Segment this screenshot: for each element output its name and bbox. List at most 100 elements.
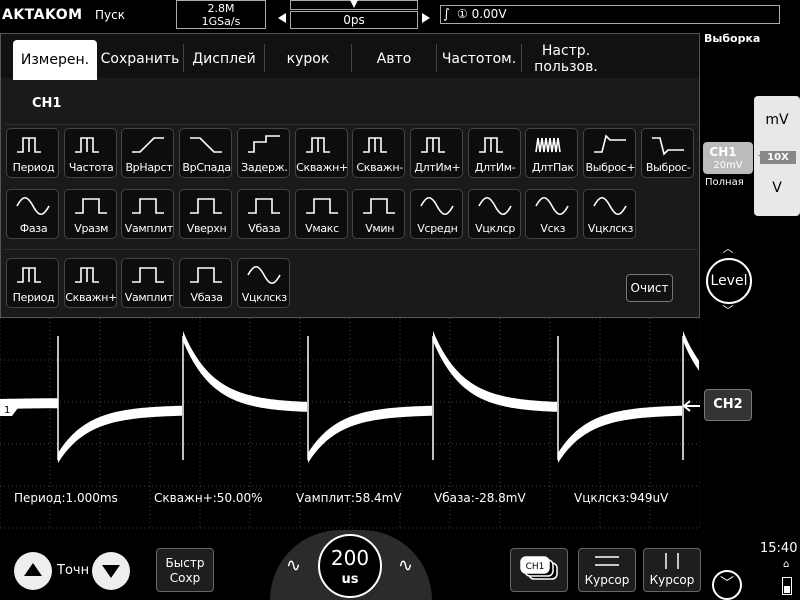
right-arrow-icon[interactable] bbox=[422, 13, 430, 23]
left-arrow-icon[interactable] bbox=[278, 13, 286, 23]
measure-button-7[interactable]: ДлтИм+ bbox=[409, 128, 463, 178]
brand-logo: AKTAKOM bbox=[2, 7, 83, 23]
measure-button-10[interactable]: Выброс+ bbox=[583, 128, 636, 178]
ch1-channel-badge[interactable]: CH1 20mV bbox=[703, 142, 753, 174]
tab-trigger[interactable]: курок bbox=[265, 40, 351, 78]
run-state[interactable]: Пуск bbox=[95, 8, 125, 22]
timebase-value: 200 bbox=[330, 546, 370, 570]
measure-button-5[interactable]: Vмакс bbox=[294, 189, 348, 239]
measure-button-label: Vмин bbox=[365, 222, 395, 235]
measure-button-label: ДлтПак bbox=[531, 161, 574, 174]
measure-button-label: Период bbox=[12, 291, 55, 304]
measure-button-3[interactable]: Vверхн bbox=[179, 189, 233, 239]
measure-button-label: ВрНарст bbox=[125, 161, 173, 174]
wave-decrease-icon[interactable]: ∿ bbox=[286, 555, 301, 576]
measure-button-label: Выброс- bbox=[645, 161, 691, 174]
measure-button-label: Vцклскз bbox=[241, 291, 287, 304]
ch2-button[interactable]: CH2 bbox=[704, 389, 752, 421]
measure-button-4[interactable]: Vбаза bbox=[236, 189, 290, 239]
collapse-chevron-icon[interactable]: ﹀ bbox=[712, 570, 742, 600]
measure-waveform-icon bbox=[363, 137, 388, 153]
measure-waveform-icon bbox=[477, 196, 512, 216]
measure-button-1[interactable]: Частота bbox=[63, 128, 117, 178]
measure-button-2[interactable]: Vамплит bbox=[121, 258, 175, 308]
tab-frequency-counter[interactable]: Частотом. bbox=[437, 40, 521, 78]
measure-button-label: Период bbox=[12, 161, 55, 174]
up-arrow-icon bbox=[24, 563, 42, 576]
measure-button-1[interactable]: Vразм bbox=[63, 189, 117, 239]
measure-button-10[interactable]: Vцклскз bbox=[583, 189, 636, 239]
tab-measure[interactable]: Измерен. bbox=[13, 40, 97, 80]
trigger-position-value: 0ps bbox=[290, 11, 418, 29]
measure-button-4[interactable]: Задерж. bbox=[236, 128, 290, 178]
acquisition-info: 2.8M 1GSa/s bbox=[176, 0, 266, 29]
measure-button-9[interactable]: Vскз bbox=[525, 189, 579, 239]
measure-waveform-icon bbox=[535, 137, 562, 153]
probe-attenuation[interactable]: 10X bbox=[760, 151, 796, 164]
tab-auto[interactable]: Авто bbox=[352, 40, 436, 78]
measure-button-2[interactable]: ВрНарст bbox=[121, 128, 175, 178]
measure-button-label: Скважн+ bbox=[65, 291, 118, 304]
scale-up-mv[interactable]: mV bbox=[754, 112, 800, 128]
measure-waveform-icon bbox=[190, 198, 223, 214]
divider bbox=[5, 124, 697, 125]
measure-waveform-icon bbox=[420, 137, 445, 153]
trigger-position-bar[interactable]: 0ps bbox=[276, 0, 432, 29]
measure-button-0[interactable]: Фаза bbox=[6, 189, 59, 239]
measure-button-label: ВрСпада bbox=[182, 161, 231, 174]
cursor-h-label: Курсор bbox=[584, 573, 630, 587]
measure-button-label: Vамплит bbox=[124, 291, 174, 304]
tab-save[interactable]: Сохранить bbox=[97, 40, 183, 78]
horizontal-cursor-button[interactable]: Курсор bbox=[578, 548, 636, 592]
measure-waveform-icon bbox=[74, 267, 99, 283]
measure-button-1[interactable]: Скважн+ bbox=[63, 258, 118, 308]
measure-button-11[interactable]: Выброс- bbox=[640, 128, 694, 178]
clear-measurements-button[interactable]: Очист bbox=[626, 274, 673, 302]
measure-button-label: Частота bbox=[68, 161, 114, 174]
channel-stack-button[interactable]: CH1 bbox=[510, 548, 568, 592]
measure-button-3[interactable]: Vбаза bbox=[179, 258, 233, 308]
timebase-knob[interactable]: 200 us bbox=[318, 534, 382, 598]
measure-button-9[interactable]: ДлтПак bbox=[525, 128, 579, 178]
measure-button-2[interactable]: Vамплит bbox=[121, 189, 175, 239]
fine-down-button[interactable] bbox=[92, 552, 130, 590]
measure-button-4[interactable]: Vцклскз bbox=[236, 258, 290, 308]
memory-depth: 2.8M bbox=[207, 2, 235, 15]
level-down-chevron-icon[interactable]: ﹀ bbox=[720, 302, 736, 318]
measure-button-8[interactable]: Vцклср bbox=[467, 189, 521, 239]
scale-down-v[interactable]: V bbox=[754, 180, 800, 196]
trigger-level-button[interactable]: Level bbox=[706, 258, 752, 304]
sample-rate: 1GSa/s bbox=[201, 15, 241, 28]
down-arrow-icon bbox=[102, 565, 120, 578]
measure-button-8[interactable]: ДлтИм- bbox=[467, 128, 521, 178]
measure-button-6[interactable]: Скважн- bbox=[352, 128, 406, 178]
measure-waveform-icon bbox=[594, 134, 626, 153]
vertical-cursor-button[interactable]: Курсор bbox=[643, 548, 701, 592]
measure-waveform-icon bbox=[17, 267, 41, 283]
measure-button-6[interactable]: Vмин bbox=[352, 189, 406, 239]
readout-period: Период:1.000ms bbox=[14, 491, 118, 505]
bottom-control-bar: Точн Быстр Сохр ∿ 200 us ∿ CH1 Курсор Ку… bbox=[0, 530, 800, 600]
measure-waveform-icon bbox=[420, 196, 454, 216]
measure-button-label: Vцклср bbox=[475, 222, 516, 235]
level-up-chevron-icon[interactable]: ︿ bbox=[720, 240, 736, 256]
fine-up-button[interactable] bbox=[14, 552, 52, 590]
measure-button-0[interactable]: Период bbox=[6, 128, 59, 178]
waveform-display[interactable]: 1 Период:1.000ms Скважн+:50.00% Vамплит:… bbox=[0, 318, 700, 530]
measure-button-label: Vразм bbox=[74, 222, 109, 235]
measure-button-label: Vскз bbox=[540, 222, 566, 235]
wave-increase-icon[interactable]: ∿ bbox=[398, 555, 413, 576]
tab-user-settings[interactable]: Настр. пользов. bbox=[522, 40, 610, 78]
measure-button-0[interactable]: Период bbox=[6, 258, 59, 308]
measure-button-label: Фаза bbox=[19, 222, 48, 235]
measure-waveform-icon bbox=[132, 137, 165, 153]
measure-button-7[interactable]: Vсредн bbox=[409, 189, 463, 239]
quick-save-button[interactable]: Быстр Сохр bbox=[156, 548, 214, 592]
measure-button-5[interactable]: Скважн+ bbox=[294, 128, 348, 178]
measure-button-3[interactable]: ВрСпада bbox=[179, 128, 233, 178]
tab-display[interactable]: Дисплей bbox=[184, 40, 264, 78]
trigger-info[interactable]: ∫ ① 0.00V bbox=[440, 5, 780, 24]
measure-button-label: ДлтИм+ bbox=[414, 161, 461, 174]
trigger-source: ① bbox=[457, 7, 468, 21]
measure-waveform-icon bbox=[190, 267, 223, 283]
